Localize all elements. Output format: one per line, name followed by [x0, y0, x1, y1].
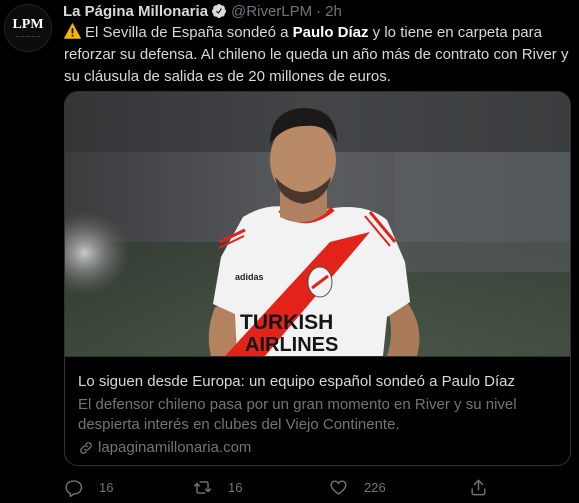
tweet-text-part-1: El Sevilla de España sondeó a — [85, 24, 293, 41]
card-domain: lapaginamillonaria.com — [78, 439, 251, 456]
reply-button[interactable]: 16 — [64, 478, 113, 497]
avatar[interactable]: LPM — — — — — — [4, 4, 52, 52]
avatar-subtitle: — — — — — — [15, 33, 41, 38]
card-image[interactable]: adidas TURKISH AIRLINES — [65, 92, 570, 356]
verified-icon — [211, 3, 227, 19]
tweet-actions: 16 16 226 — [64, 478, 569, 500]
tweet-text: El Sevilla de España sondeó a Paulo Díaz… — [64, 22, 569, 88]
tweet-text-bold: Paulo Díaz — [292, 24, 369, 41]
warning-icon — [64, 23, 81, 39]
timestamp[interactable]: 2h — [325, 3, 342, 20]
jersey-sponsor-line-2: AIRLINES — [245, 334, 338, 356]
card-description: El defensor chileno pasa por un gran mom… — [78, 396, 517, 433]
jersey-brand: adidas — [235, 272, 264, 282]
author-name[interactable]: La Página Millonaria — [63, 3, 208, 20]
card-title: Lo siguen desde Europa: un equipo españo… — [78, 373, 515, 390]
retweet-count: 16 — [228, 480, 243, 495]
like-button[interactable]: 226 — [329, 478, 386, 497]
share-icon — [471, 479, 486, 496]
retweet-button[interactable]: 16 — [193, 478, 242, 497]
like-icon — [330, 480, 347, 495]
tweet-header: La Página Millonaria @RiverLPM · 2h — [63, 2, 342, 20]
reply-count: 16 — [99, 480, 114, 495]
retweet-icon — [193, 481, 212, 494]
card-domain-text: lapaginamillonaria.com — [98, 439, 252, 456]
author-handle[interactable]: @RiverLPM — [231, 3, 312, 20]
jersey-sponsor-line-1: TURKISH — [240, 311, 333, 334]
share-button[interactable] — [469, 478, 488, 497]
separator: · — [316, 2, 322, 20]
link-icon — [80, 441, 92, 454]
card-body[interactable]: Lo siguen desde Europa: un equipo españo… — [65, 356, 570, 456]
like-count: 226 — [364, 480, 386, 495]
avatar-logo: LPM — [12, 17, 44, 32]
reply-icon — [65, 480, 83, 497]
link-card[interactable]: adidas TURKISH AIRLINES Lo siguen desde … — [64, 91, 571, 466]
